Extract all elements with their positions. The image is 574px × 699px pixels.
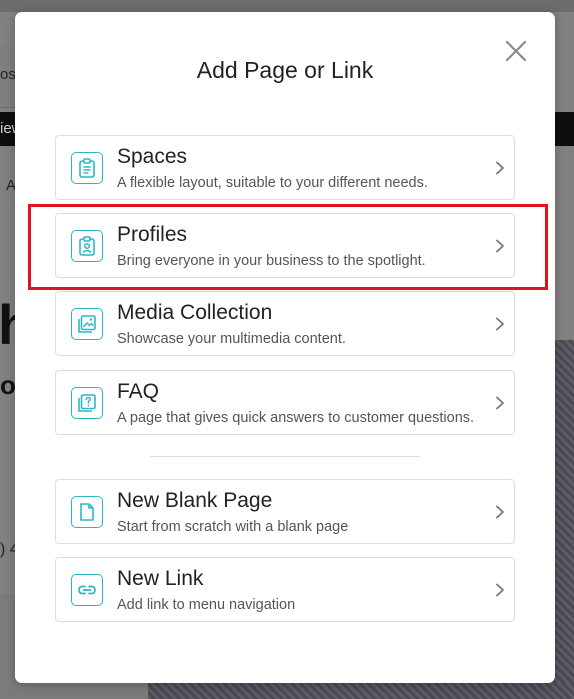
option-new-blank-page[interactable]: New Blank Page Start from scratch with a… (55, 479, 515, 544)
option-description: Start from scratch with a blank page (117, 519, 349, 535)
question-icon (71, 387, 103, 419)
link-icon (71, 574, 103, 606)
profile-badge-icon (71, 230, 103, 262)
option-title: Media Collection (117, 301, 273, 324)
background-heading: o (0, 370, 16, 400)
background-topbar (0, 0, 574, 12)
close-icon (505, 40, 527, 62)
chevron-right-icon (496, 396, 504, 410)
option-description: Add link to menu navigation (117, 597, 296, 613)
option-title: Profiles (117, 223, 188, 246)
image-gallery-icon (71, 308, 103, 340)
add-page-modal: Add Page or Link Spaces A flexible layou… (15, 12, 555, 683)
option-description: Bring everyone in your business to the s… (117, 253, 426, 269)
blank-page-icon (71, 496, 103, 528)
option-title: New Link (117, 567, 204, 590)
option-faq[interactable]: FAQ A page that gives quick answers to c… (55, 370, 515, 435)
option-media-collection[interactable]: Media Collection Showcase your multimedi… (55, 291, 515, 356)
option-title: New Blank Page (117, 489, 273, 512)
option-spaces[interactable]: Spaces A flexible layout, suitable to yo… (55, 135, 515, 200)
chevron-right-icon (496, 583, 504, 597)
option-profiles[interactable]: Profiles Bring everyone in your business… (55, 213, 515, 278)
option-description: A page that gives quick answers to custo… (117, 410, 475, 426)
option-title: Spaces (117, 145, 188, 168)
option-description: Showcase your multimedia content. (117, 331, 346, 347)
clipboard-list-icon (71, 152, 103, 184)
chevron-right-icon (496, 239, 504, 253)
modal-title: Add Page or Link (196, 57, 374, 83)
close-button[interactable] (503, 38, 529, 64)
chevron-right-icon (496, 505, 504, 519)
option-description: A flexible layout, suitable to your diff… (117, 175, 428, 191)
background-photo-bottom (148, 683, 574, 699)
option-new-link[interactable]: New Link Add link to menu navigation (55, 557, 515, 622)
chevron-right-icon (496, 161, 504, 175)
section-divider (150, 456, 420, 457)
option-title: FAQ (117, 380, 160, 403)
chevron-right-icon (496, 317, 504, 331)
